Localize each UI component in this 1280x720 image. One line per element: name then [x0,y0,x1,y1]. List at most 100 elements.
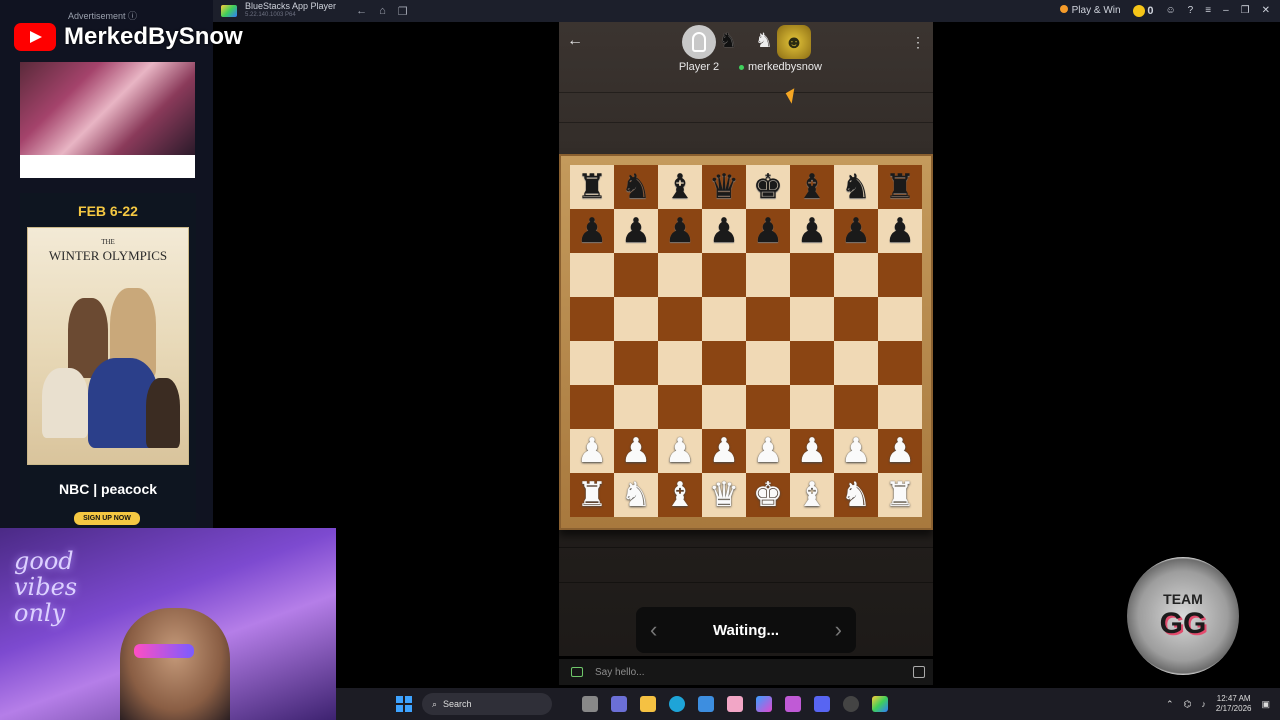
board-square[interactable] [746,341,790,385]
board-square[interactable] [834,253,878,297]
board-square[interactable]: ♟ [658,209,702,253]
olympics-ad[interactable]: FEB 6-22 THE WINTER OLYMPICS NBC | peaco… [20,193,196,528]
board-square[interactable] [834,297,878,341]
black-piece-icon[interactable]: ♟ [709,214,739,248]
board-square[interactable] [746,253,790,297]
tabs-icon[interactable]: ❐ [398,5,408,18]
taskview-icon[interactable] [582,696,598,712]
white-piece-icon[interactable]: ♛ [709,478,739,512]
app-icon[interactable] [727,696,743,712]
app2-icon[interactable] [785,696,801,712]
board-square[interactable] [570,341,614,385]
board-square[interactable]: ♟ [878,429,922,473]
board-square[interactable] [790,341,834,385]
more-options-icon[interactable]: ⋮ [911,34,925,51]
board-square[interactable]: ♞ [614,473,658,517]
home-icon[interactable]: ⌂ [379,5,386,18]
board-square[interactable] [614,297,658,341]
black-piece-icon[interactable]: ♟ [577,214,607,248]
board-square[interactable]: ♟ [702,209,746,253]
obs-icon[interactable] [843,696,859,712]
white-piece-icon[interactable]: ♟ [797,434,827,468]
white-piece-icon[interactable]: ♝ [665,478,695,512]
windows-start-icon[interactable] [396,696,412,712]
board-square[interactable] [702,385,746,429]
white-piece-icon[interactable]: ♟ [753,434,783,468]
teams-icon[interactable] [611,696,627,712]
profile-icon[interactable]: ☺ [1165,5,1175,16]
board-square[interactable] [658,297,702,341]
minimize-icon[interactable]: – [1223,5,1229,16]
board-square[interactable] [702,297,746,341]
board-square[interactable]: ♟ [790,429,834,473]
edge-icon[interactable] [669,696,685,712]
bluestacks-taskbar-icon[interactable] [872,696,888,712]
board-square[interactable]: ♝ [790,473,834,517]
board-square[interactable]: ♜ [570,165,614,209]
white-piece-icon[interactable]: ♟ [577,434,607,468]
black-piece-icon[interactable]: ♞ [621,170,651,204]
board-square[interactable]: ♟ [746,209,790,253]
board-square[interactable]: ♜ [570,473,614,517]
board-square[interactable]: ♛ [702,473,746,517]
board-square[interactable] [878,385,922,429]
taskbar-search[interactable]: ⌕ Search [422,693,552,715]
white-piece-icon[interactable]: ♟ [621,434,651,468]
white-piece-icon[interactable]: ♟ [841,434,871,468]
white-piece-icon[interactable]: ♜ [885,478,915,512]
board-square[interactable]: ♟ [658,429,702,473]
board-square[interactable]: ♜ [878,473,922,517]
board-square[interactable]: ♚ [746,165,790,209]
board-square[interactable] [834,385,878,429]
board-square[interactable]: ♟ [790,209,834,253]
chess-board[interactable]: ♜ ♞ ♝ ♛ ♚ ♝ ♞ ♜ ♟ ♟ ♟ ♟ ♟ ♟ ♟ ♟ ♟ ♟ ♟ ♟ ♟ ♟ ♟ ♟ ♜ ♞ ♝ ♛ ♚ ♝ ♞ ♜ [570,165,922,517]
board-square[interactable] [614,341,658,385]
chevron-up-icon[interactable]: ⌃ [1166,699,1174,710]
board-square[interactable] [790,385,834,429]
board-square[interactable] [746,385,790,429]
white-piece-icon[interactable]: ♜ [577,478,607,512]
board-square[interactable]: ♟ [570,429,614,473]
play-win-button[interactable]: Play & Win [1059,5,1121,16]
board-square[interactable] [878,341,922,385]
back-arrow-icon[interactable]: ← [567,32,583,50]
close-icon[interactable]: ✕ [1262,5,1270,16]
board-square[interactable]: ♟ [614,429,658,473]
back-icon[interactable]: ← [356,5,367,18]
white-piece-icon[interactable]: ♞ [621,478,651,512]
board-square[interactable]: ♟ [878,209,922,253]
store-icon[interactable] [698,696,714,712]
next-move-icon[interactable]: › [835,617,842,643]
signup-button[interactable]: SIGN UP NOW [74,512,140,525]
board-square[interactable] [746,297,790,341]
black-piece-icon[interactable]: ♟ [621,214,651,248]
notification-icon[interactable]: ▣ [1261,699,1270,710]
board-square[interactable] [790,297,834,341]
file-explorer-icon[interactable] [640,696,656,712]
white-piece-icon[interactable]: ♟ [709,434,739,468]
board-square[interactable] [570,253,614,297]
coin-balance[interactable]: 0 [1132,5,1153,18]
black-piece-icon[interactable]: ♝ [665,170,695,204]
black-piece-icon[interactable]: ♟ [753,214,783,248]
black-piece-icon[interactable]: ♛ [709,170,739,204]
black-piece-icon[interactable]: ♟ [841,214,871,248]
board-square[interactable]: ♟ [746,429,790,473]
white-piece-icon[interactable]: ♞ [841,478,871,512]
board-square[interactable] [658,253,702,297]
board-square[interactable] [570,385,614,429]
board-square[interactable]: ♞ [834,473,878,517]
board-square[interactable]: ♝ [658,473,702,517]
white-piece-icon[interactable]: ♝ [797,478,827,512]
menu-icon[interactable]: ≡ [1205,5,1211,16]
board-square[interactable] [702,253,746,297]
black-piece-icon[interactable]: ♜ [885,170,915,204]
board-square[interactable]: ♝ [658,165,702,209]
white-piece-icon[interactable]: ♟ [885,434,915,468]
board-square[interactable]: ♟ [614,209,658,253]
board-square[interactable]: ♝ [790,165,834,209]
board-square[interactable] [878,253,922,297]
black-piece-icon[interactable]: ♟ [797,214,827,248]
board-square[interactable] [878,297,922,341]
board-square[interactable] [834,341,878,385]
